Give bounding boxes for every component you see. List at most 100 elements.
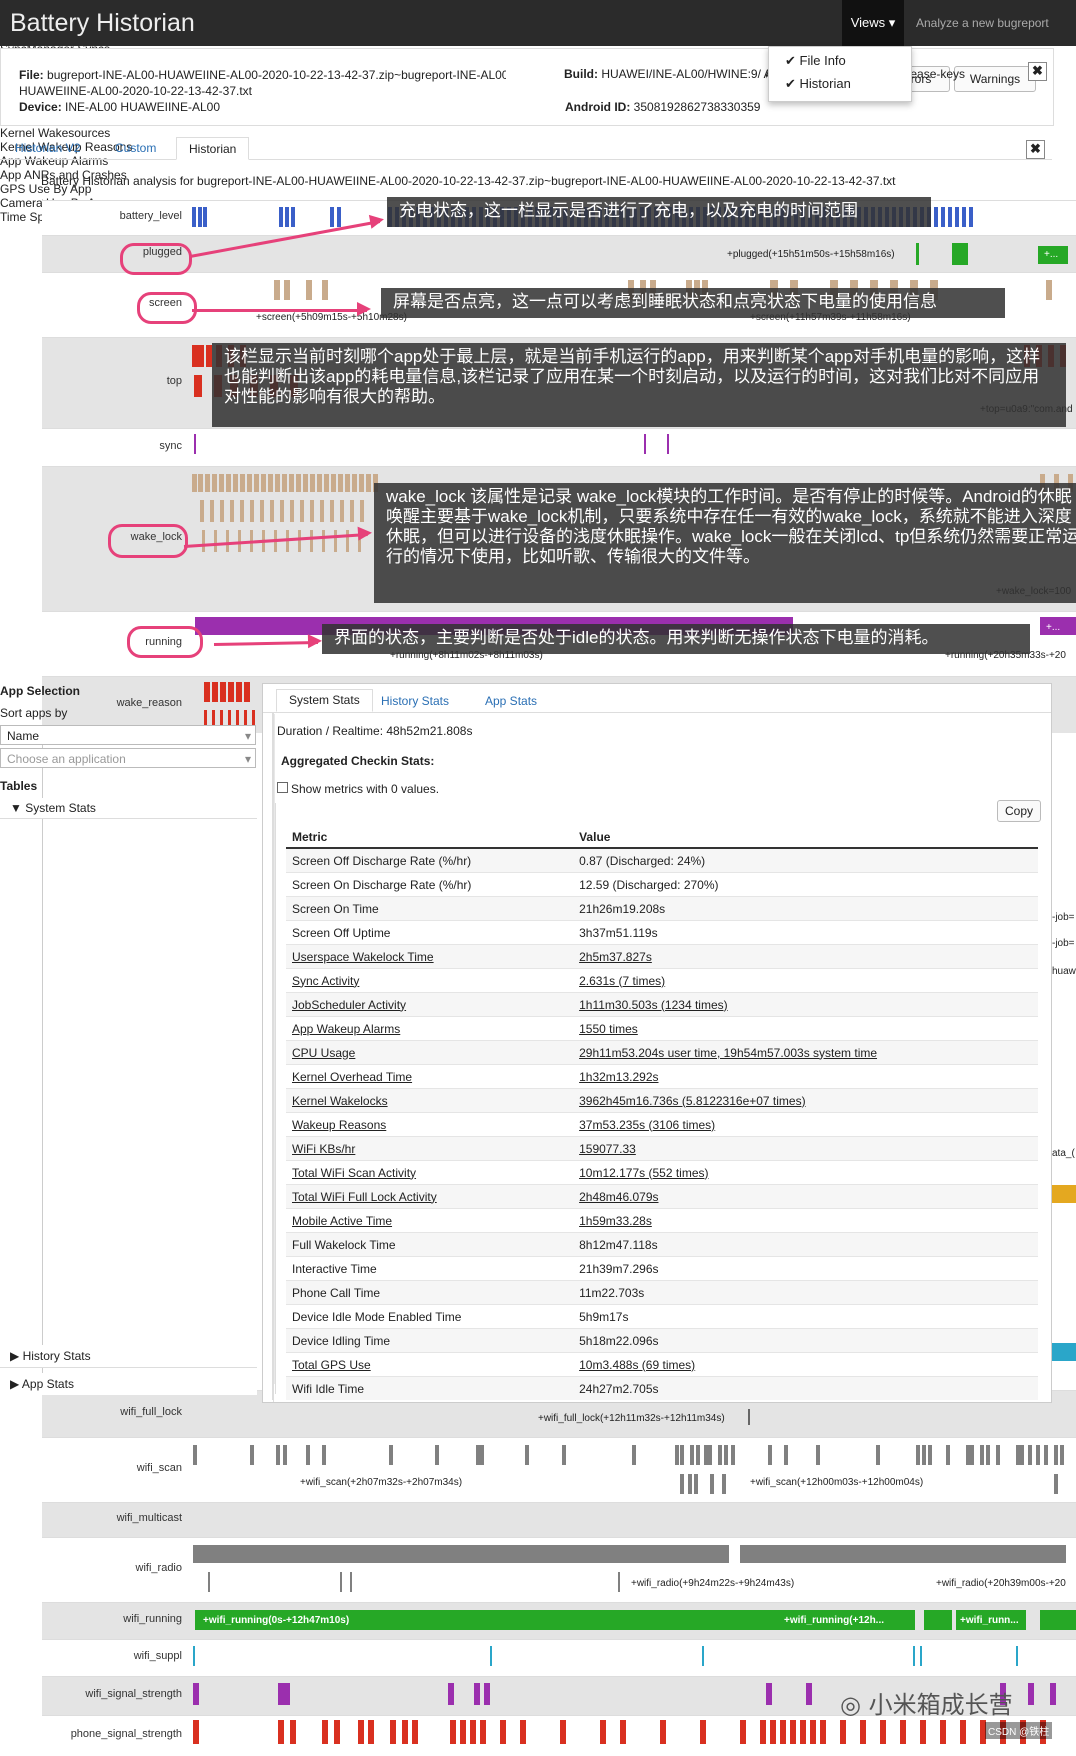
tab-historian[interactable]: Historian	[176, 137, 250, 160]
wifi-radio1-label: +wifi_radio(+9h24m22s-+9h24m43s)	[631, 1578, 795, 1589]
value-cell[interactable]: 3962h45m16.736s (5.8122316e+07 times)	[573, 1088, 1038, 1113]
wifi-full-lock-label: +wifi_full_lock(+12h11m32s-+12h11m34s)	[538, 1413, 725, 1424]
metric-cell[interactable]: Mobile Active Time	[286, 1208, 574, 1233]
metric-name[interactable]: Total WiFi Full Lock Activity	[292, 1190, 437, 1204]
value-cell[interactable]: 1h59m33.28s	[573, 1208, 1038, 1233]
value-cell[interactable]: 1550 times	[573, 1016, 1038, 1041]
app-title: Battery Historian	[10, 9, 195, 37]
metric-name[interactable]: App Wakeup Alarms	[292, 1022, 400, 1036]
value-cell[interactable]: 10m12.177s (552 times)	[573, 1160, 1038, 1185]
metric-name[interactable]: Total WiFi Scan Activity	[292, 1166, 416, 1180]
metric-value[interactable]: 3962h45m16.736s (5.8122316e+07 times)	[579, 1094, 806, 1108]
metric-cell[interactable]: Kernel Wakelocks	[286, 1088, 574, 1113]
metric-value[interactable]: 10m12.177s (552 times)	[579, 1166, 708, 1180]
metric-value[interactable]: 1h59m33.28s	[579, 1214, 652, 1228]
close-file-info-icon[interactable]: ✖	[1028, 62, 1047, 81]
value-cell[interactable]: 2h5m37.827s	[573, 944, 1038, 969]
wifi-scan-bar	[694, 1474, 698, 1494]
side-ata-label: ata_(	[1052, 1148, 1075, 1159]
metric-cell[interactable]: Userspace Wakelock Time	[286, 944, 574, 969]
wifi-scan1-label: +wifi_scan(+2h07m32s-+2h07m34s)	[300, 1477, 463, 1488]
sort-apps-select[interactable]: Name ▾	[0, 725, 256, 745]
value-cell[interactable]: 29h11m53.204s user time, 19h54m57.003s s…	[573, 1040, 1038, 1065]
analyze-new-bugreport-link[interactable]: Analyze a new bugreport	[916, 0, 1049, 46]
history-stats-group[interactable]: ▶ History Stats	[0, 1345, 257, 1368]
metric-value: 21h39m7.296s	[579, 1261, 659, 1276]
metric-name[interactable]: Userspace Wakelock Time	[292, 950, 434, 964]
metric-cell: Screen Off Discharge Rate (%/hr)	[286, 847, 574, 873]
metric-name[interactable]: Mobile Active Time	[292, 1214, 392, 1228]
running-end-label: +...	[1046, 622, 1061, 633]
panel-rule-4	[273, 712, 1048, 713]
checkbox-icon[interactable]	[277, 782, 288, 793]
wifi-scan-bar	[970, 1445, 974, 1465]
metric-cell[interactable]: Wakeup Reasons	[286, 1112, 574, 1137]
metric-value[interactable]: 1550 times	[579, 1022, 638, 1036]
metric-cell[interactable]: Total WiFi Full Lock Activity	[286, 1184, 574, 1209]
tab-app-stats[interactable]: App Stats	[485, 694, 537, 708]
tab-history-stats[interactable]: History Stats	[381, 694, 449, 708]
tab-historian-v2[interactable]: Historian V2	[15, 141, 80, 155]
metric-cell[interactable]: Kernel Overhead Time	[286, 1064, 574, 1089]
copy-button[interactable]: Copy	[997, 800, 1041, 822]
wifi-radio-bar	[193, 1545, 729, 1563]
metric-cell[interactable]: CPU Usage	[286, 1040, 574, 1065]
wifi-scan-bar	[784, 1445, 788, 1465]
side-blue-bar	[1052, 1343, 1076, 1361]
dropdown-item-historian[interactable]: ✔ Historian	[769, 70, 911, 93]
value-cell[interactable]: 1h11m30.503s (1234 times)	[573, 992, 1038, 1017]
metric-value[interactable]: 2.631s (7 times)	[579, 974, 665, 988]
metric-name[interactable]: Sync Activity	[292, 974, 359, 988]
metric-name: Device Idling Time	[292, 1333, 391, 1348]
tab-custom[interactable]: Custom	[115, 141, 156, 155]
close-historian-icon[interactable]: ✖	[1026, 140, 1045, 159]
metric-cell[interactable]: JobScheduler Activity	[286, 992, 574, 1017]
value-cell[interactable]: 2.631s (7 times)	[573, 968, 1038, 993]
warnings-button[interactable]: Warnings	[954, 66, 1036, 92]
metric-cell[interactable]: Total GPS Use	[286, 1352, 574, 1377]
wifi-scan-bar	[710, 1474, 714, 1494]
value-cell[interactable]: 10m3.488s (69 times)	[573, 1352, 1038, 1377]
metric-value[interactable]: 37m53.235s (3106 times)	[579, 1118, 715, 1132]
system-stats-group[interactable]: ▼ System Stats	[0, 798, 257, 819]
metric-value[interactable]: 29h11m53.204s user time, 19h54m57.003s s…	[579, 1046, 877, 1060]
metric-name[interactable]: Kernel Wakelocks	[292, 1094, 388, 1108]
views-menu-button[interactable]: Views ▾	[842, 0, 904, 46]
metric-value[interactable]: 159077.33	[579, 1142, 636, 1156]
metric-value[interactable]: 1h32m13.292s	[579, 1070, 658, 1084]
metric-cell[interactable]: App Wakeup Alarms	[286, 1016, 574, 1041]
choose-application-placeholder: Choose an application	[7, 752, 126, 766]
show-zero-toggle[interactable]: Show metrics with 0 values.	[277, 782, 439, 796]
wifi-scan-bar	[525, 1445, 529, 1465]
metric-name[interactable]: Kernel Overhead Time	[292, 1070, 412, 1084]
metric-cell[interactable]: WiFi KBs/hr	[286, 1136, 574, 1161]
metric-name[interactable]: Total GPS Use	[292, 1358, 371, 1372]
metric-cell[interactable]: Total WiFi Scan Activity	[286, 1160, 574, 1185]
wechat-icon: ◎	[840, 1691, 861, 1719]
tab-system-stats[interactable]: System Stats	[276, 689, 373, 712]
app-stats-group[interactable]: ▶ App Stats	[0, 1373, 257, 1395]
metric-name[interactable]: CPU Usage	[292, 1046, 355, 1060]
table-row: Mobile Active Time 1h59m33.28s	[286, 1208, 1038, 1233]
metric-name[interactable]: WiFi KBs/hr	[292, 1142, 355, 1156]
phone-signal-bar	[900, 1720, 906, 1744]
wake-reason-bar	[212, 710, 215, 726]
wifi-scan-bar	[916, 1445, 920, 1465]
wifi-scan-bar	[1020, 1445, 1024, 1465]
metric-value[interactable]: 2h5m37.827s	[579, 950, 652, 964]
wifi-signal-bar	[448, 1683, 454, 1705]
metric-value[interactable]: 10m3.488s (69 times)	[579, 1358, 695, 1372]
wifi-signal-bar	[806, 1683, 812, 1705]
metric-name[interactable]: JobScheduler Activity	[292, 998, 406, 1012]
value-cell[interactable]: 37m53.235s (3106 times)	[573, 1112, 1038, 1137]
metric-value[interactable]: 1h11m30.503s (1234 times)	[579, 998, 728, 1012]
dropdown-item-file-info[interactable]: ✔ File Info	[769, 47, 911, 70]
value-cell[interactable]: 2h48m46.079s	[573, 1184, 1038, 1209]
metric-cell[interactable]: Sync Activity	[286, 968, 574, 993]
value-cell[interactable]: 1h32m13.292s	[573, 1064, 1038, 1089]
metric-value[interactable]: 2h48m46.079s	[579, 1190, 658, 1204]
choose-application-input[interactable]: Choose an application ▾	[0, 748, 256, 768]
metric-name[interactable]: Wakeup Reasons	[292, 1118, 386, 1132]
panel-rule	[274, 714, 275, 1384]
value-cell[interactable]: 159077.33	[573, 1136, 1038, 1161]
